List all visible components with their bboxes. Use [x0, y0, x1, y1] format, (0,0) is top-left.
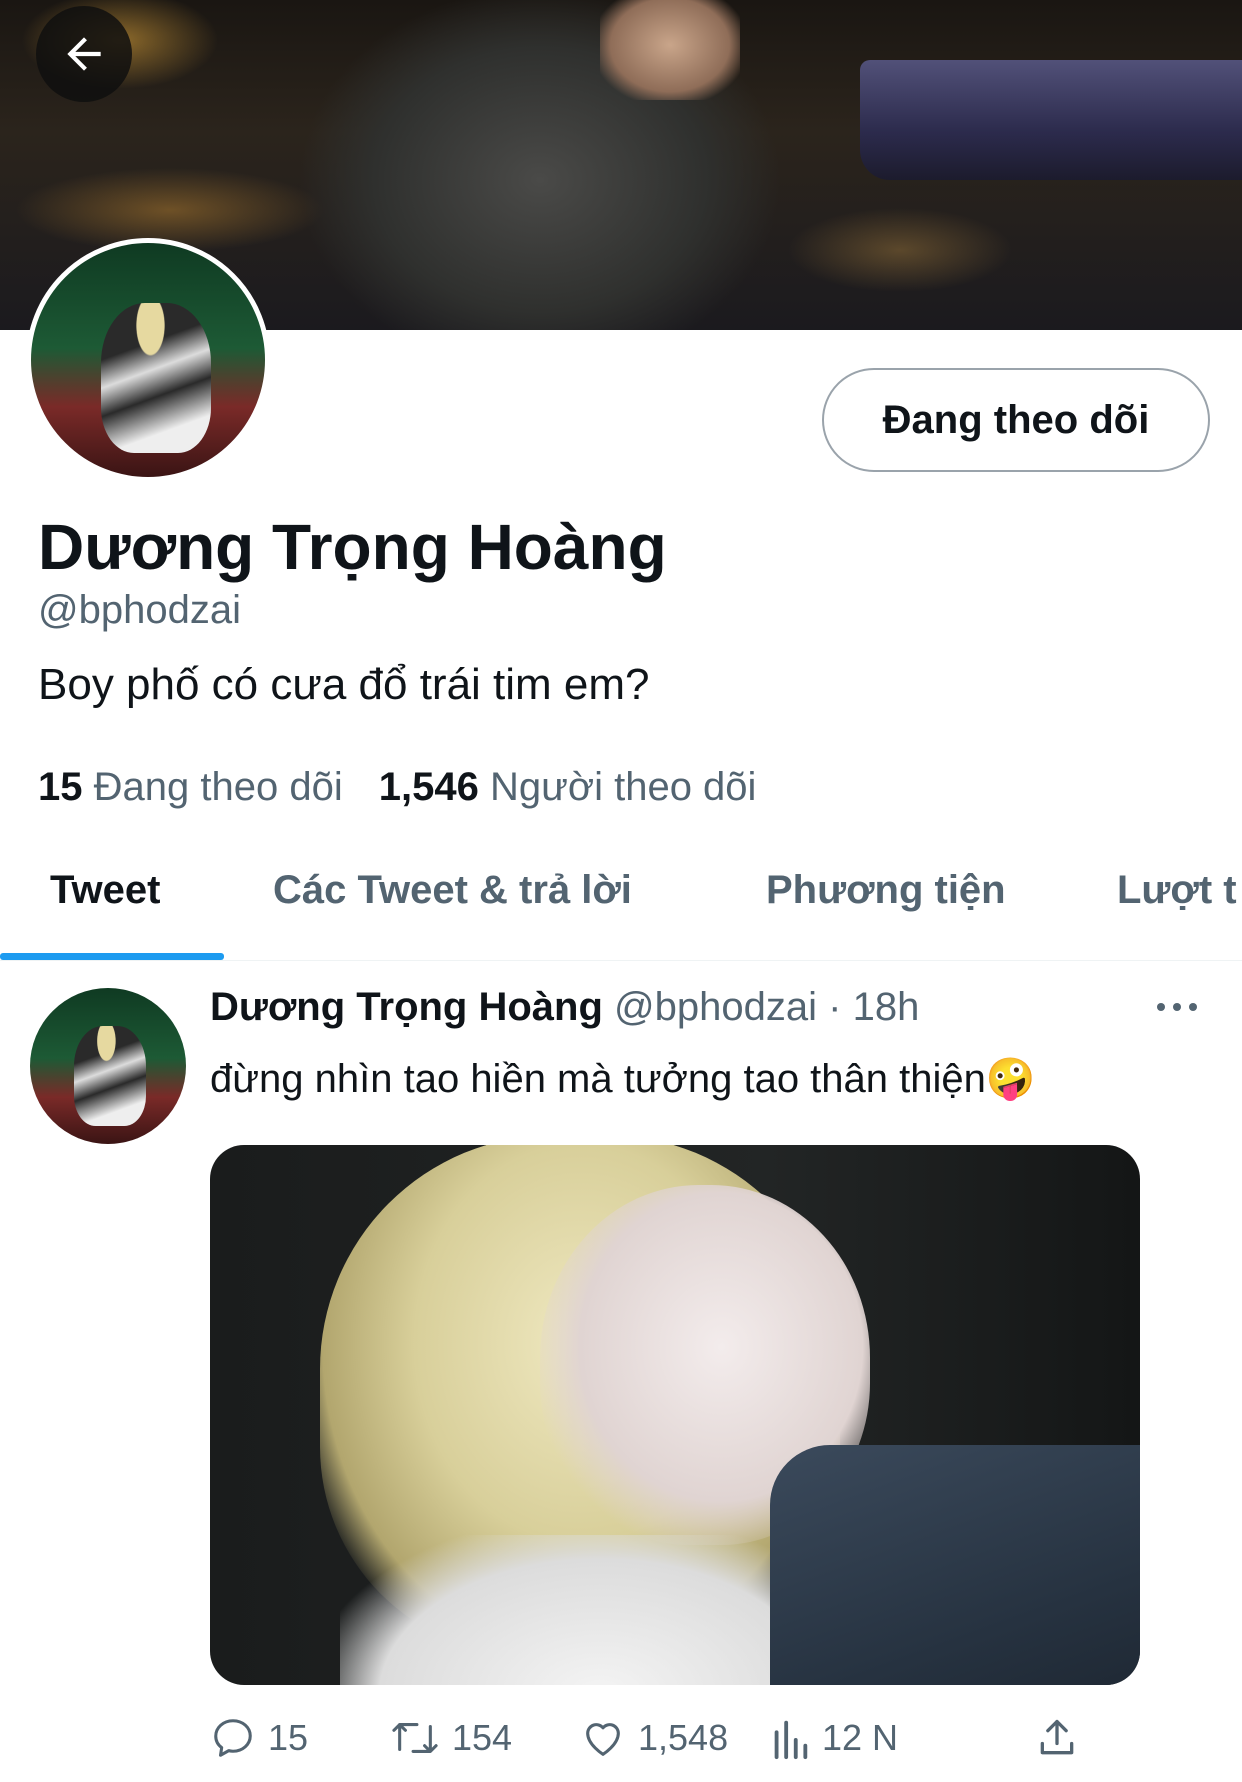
- tab-tweets-and-replies[interactable]: Các Tweet & trả lời: [273, 840, 632, 940]
- heart-icon: [586, 1723, 620, 1756]
- profile-name: Dương Trọng Hoàng: [38, 511, 667, 583]
- avatar-figure: [101, 303, 211, 453]
- media-jacket: [770, 1445, 1140, 1685]
- tweet-text: đừng nhìn tao hiền mà tưởng tao thân thi…: [210, 1055, 1036, 1102]
- profile-avatar[interactable]: [26, 238, 270, 482]
- views-button[interactable]: 12 N: [770, 1710, 898, 1766]
- tabs-divider: [0, 960, 1242, 961]
- following-link[interactable]: 15 Đang theo dõi: [38, 765, 343, 809]
- profile-tabs: Tweet Các Tweet & trả lời Phương tiện Lư…: [0, 840, 1242, 960]
- profile-bio: Boy phố có cưa đổ trái tim em?: [38, 660, 650, 709]
- tab-likes[interactable]: Lượt t: [1117, 840, 1237, 940]
- banner-face: [600, 0, 740, 100]
- tab-tweets[interactable]: Tweet: [50, 840, 160, 940]
- profile-stats: 15 Đang theo dõi 1,546 Người theo dõi: [38, 765, 756, 810]
- banner-boat: [860, 60, 1242, 180]
- tweet-header: Dương Trọng Hoàng @bphodzai · 18h: [210, 985, 919, 1030]
- like-button[interactable]: 1,548: [580, 1710, 728, 1766]
- tweet-actions: 15 154 1,548 12 N: [210, 1710, 1110, 1766]
- tab-media[interactable]: Phương tiện: [766, 840, 1006, 940]
- profile-handle: @bphodzai: [38, 588, 241, 632]
- followers-link[interactable]: 1,546 Người theo dõi: [379, 765, 757, 809]
- back-button[interactable]: [36, 6, 132, 102]
- tweet-media-image[interactable]: [210, 1145, 1140, 1685]
- following-label: Đang theo dõi: [93, 765, 343, 809]
- tweet-text-body: đừng nhìn tao hiền mà tưởng tao thân thi…: [210, 1057, 986, 1101]
- share-button[interactable]: [1035, 1710, 1091, 1766]
- active-tab-indicator: [0, 953, 224, 960]
- tweet-author-handle[interactable]: @bphodzai: [614, 985, 817, 1029]
- retweet-button[interactable]: 154: [390, 1710, 512, 1766]
- avatar-figure: [74, 1026, 146, 1126]
- following-button[interactable]: Đang theo dõi: [822, 368, 1210, 472]
- reply-count: 15: [268, 1717, 309, 1758]
- tweet-author-name[interactable]: Dương Trọng Hoàng: [210, 985, 603, 1029]
- more-options-icon[interactable]: [1155, 995, 1199, 1019]
- following-count: 15: [38, 765, 83, 809]
- tweet-time[interactable]: 18h: [853, 985, 920, 1029]
- tweet-separator: ·: [828, 985, 842, 1029]
- views-count: 12 N: [822, 1717, 899, 1758]
- followers-label: Người theo dõi: [489, 765, 757, 809]
- followers-count: 1,546: [378, 765, 479, 809]
- banner-person: [240, 0, 860, 330]
- tweet-avatar[interactable]: [30, 988, 186, 1144]
- reply-button[interactable]: 15: [210, 1710, 308, 1766]
- retweet-count: 154: [452, 1717, 513, 1758]
- like-count: 1,548: [638, 1717, 729, 1758]
- reply-icon: [214, 1719, 252, 1757]
- share-icon: [1040, 1719, 1074, 1755]
- arrow-left-icon: [67, 37, 101, 71]
- views-chart-icon: [774, 1720, 808, 1760]
- retweet-icon: [392, 1723, 438, 1753]
- zany-face-emoji: 🤪: [985, 1057, 1036, 1101]
